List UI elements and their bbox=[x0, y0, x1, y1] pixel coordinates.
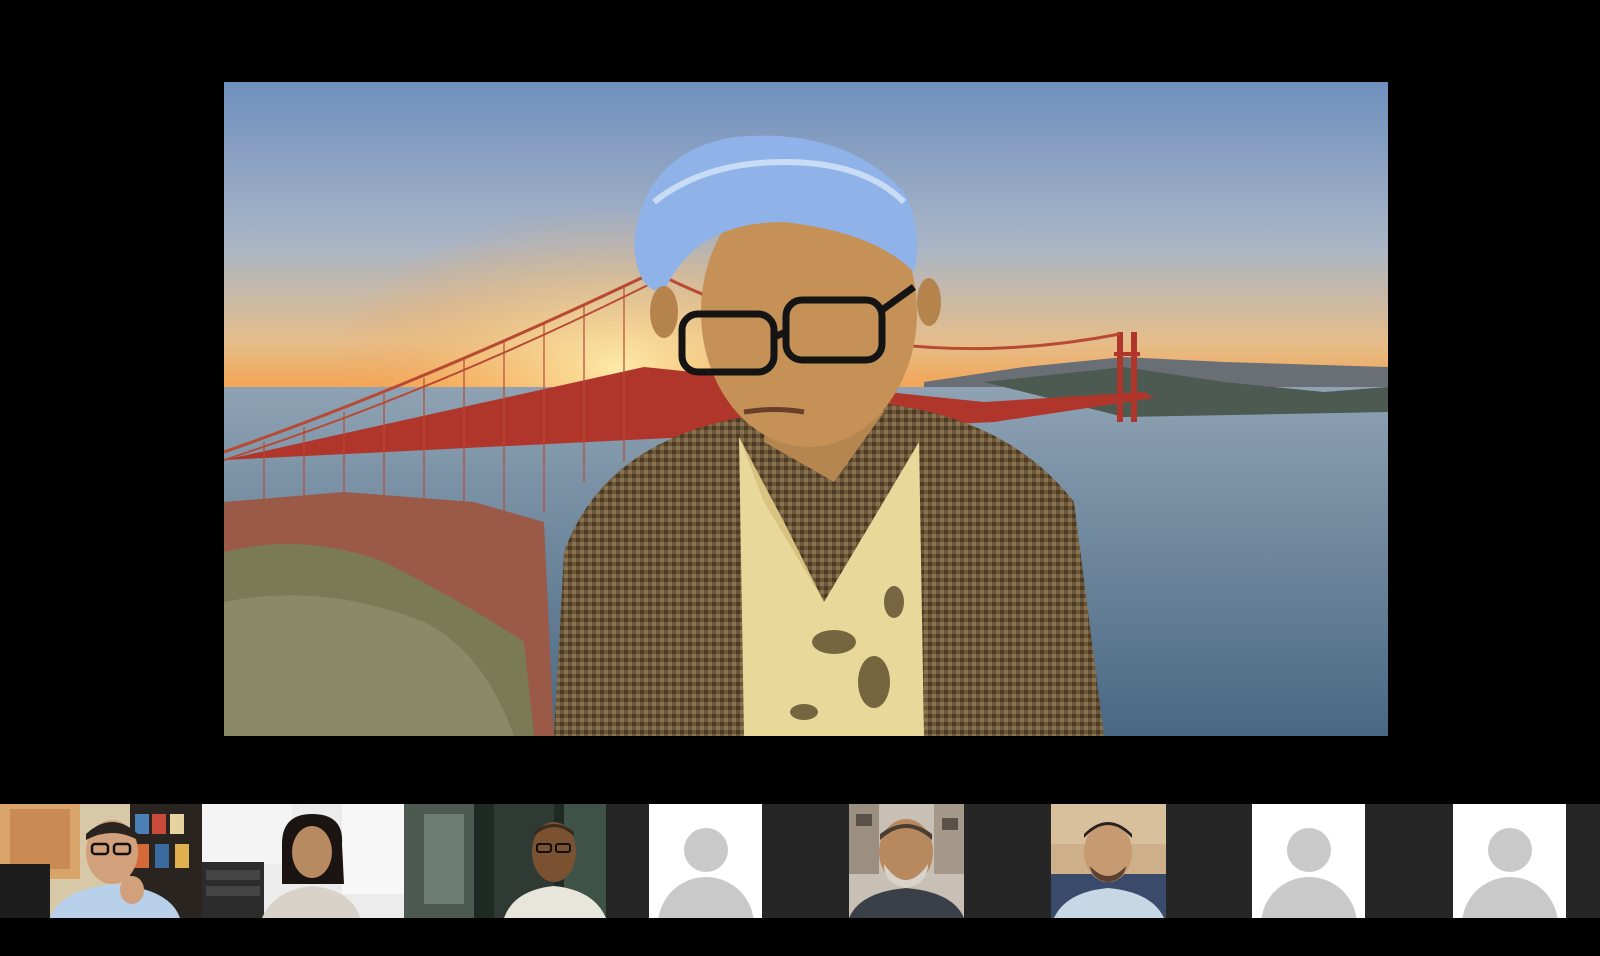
default-avatar-icon bbox=[1453, 804, 1566, 918]
meeting-window bbox=[0, 0, 1600, 956]
participant-tile-2[interactable] bbox=[202, 804, 404, 918]
participant-video-3 bbox=[404, 804, 606, 918]
avatar-head-shape bbox=[1488, 828, 1532, 872]
default-avatar-icon bbox=[1252, 804, 1365, 918]
participant-strip bbox=[0, 804, 1600, 918]
participant-video-6 bbox=[1010, 804, 1212, 918]
participant-tile-7[interactable] bbox=[1212, 804, 1414, 918]
participant-tile-1[interactable] bbox=[0, 804, 202, 918]
speaker-scene bbox=[224, 82, 1388, 736]
avatar-body-shape bbox=[1462, 877, 1558, 918]
participant-tile-3[interactable] bbox=[404, 804, 606, 918]
avatar-body-shape bbox=[1261, 877, 1357, 918]
participant-video-5 bbox=[808, 804, 1010, 918]
participant-video-2 bbox=[202, 804, 404, 918]
active-speaker-video[interactable] bbox=[224, 82, 1388, 736]
avatar-body-shape bbox=[658, 877, 754, 918]
default-avatar-icon bbox=[649, 804, 762, 918]
avatar-head-shape bbox=[684, 828, 728, 872]
participant-tile-6[interactable] bbox=[1010, 804, 1212, 918]
participant-tile-5[interactable] bbox=[808, 804, 1010, 918]
participant-tile-4[interactable] bbox=[606, 804, 808, 918]
participant-tile-8[interactable] bbox=[1414, 804, 1600, 918]
participant-video-1 bbox=[0, 804, 202, 918]
avatar-head-shape bbox=[1287, 828, 1331, 872]
